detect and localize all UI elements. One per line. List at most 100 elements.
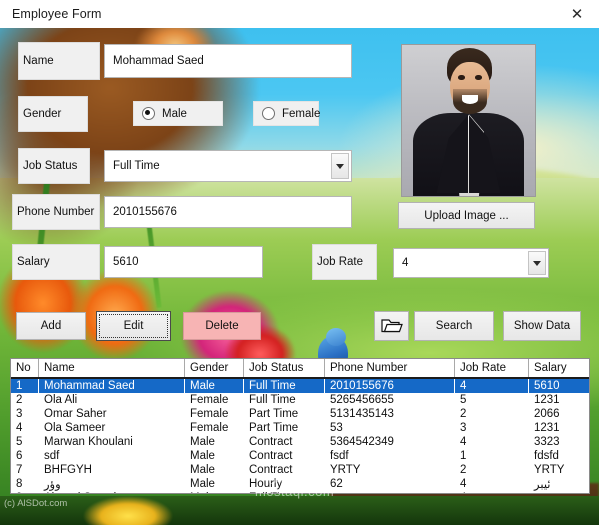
cell-job-status: Part Time — [249, 422, 299, 434]
cell-job-status: Contract — [249, 436, 293, 448]
job-status-label: Job Status — [18, 148, 90, 184]
name-input[interactable]: Mohammad Saed — [104, 44, 352, 78]
gender-radio-male[interactable]: Male — [133, 101, 223, 126]
cell-phone: fsdf — [330, 450, 349, 462]
cell-job-status: Full Time — [243, 378, 325, 393]
cell-name: Mohammad Saed — [38, 378, 185, 393]
gender-radio-female[interactable]: Female — [253, 101, 321, 126]
table-row[interactable]: 5 Marwan Khoulani Male Contract 5364542349 4 3… — [11, 435, 589, 449]
cell-salary: YRTY — [534, 464, 565, 476]
table-row[interactable]: 1 Mohammad Saed Male Full Time 2010155676 4 56… — [11, 378, 589, 393]
data-grid-table: No Name Gender Job Status Phone Number J… — [11, 359, 590, 493]
table-row[interactable]: 2 Ola Ali Female Full Time 5265456655 5 1231 — [11, 393, 589, 407]
edit-button[interactable]: Edit — [96, 311, 171, 341]
cell-gender: Female — [190, 408, 229, 420]
cell-no: 9 — [11, 491, 39, 493]
title-bar: Employee Form ✕ — [0, 0, 599, 29]
cell-job-rate: 4 — [460, 436, 467, 448]
radio-female-icon — [262, 107, 275, 120]
cell-phone: ٥٥٥٦٦٥٥٥٥ةنتة — [325, 491, 455, 493]
employee-photo — [401, 44, 536, 197]
column-header-job-status[interactable]: Job Status — [243, 359, 325, 379]
cell-job-rate: 2 — [460, 408, 467, 420]
gender-female-label: Female — [282, 107, 321, 120]
job-status-select[interactable]: Full Time — [104, 150, 352, 182]
bird-head — [326, 328, 346, 346]
table-row[interactable]: 6 sdf Male Contract fsdf 1 fdsfd — [11, 449, 589, 463]
cell-gender: Male — [190, 478, 215, 490]
phone-input[interactable]: 2010155676 — [104, 196, 352, 228]
photo-eye-right — [475, 75, 482, 80]
cell-phone: 5131435143 — [330, 408, 394, 420]
column-header-phone[interactable]: Phone Number — [324, 359, 455, 379]
cell-gender: Male — [190, 436, 215, 448]
search-button[interactable]: Search — [414, 311, 494, 341]
browse-folder-button[interactable] — [374, 311, 409, 341]
gender-male-label: Male — [162, 107, 187, 120]
table-row[interactable]: 3 Omar Saher Female Part Time 5131435143 2 206… — [11, 407, 589, 421]
cell-job-rate: 4 — [460, 478, 467, 490]
cell-job-rate: 4 — [454, 378, 529, 393]
table-row[interactable]: 4 Ola Sameer Female Part Time 53 3 1231 — [11, 421, 589, 435]
cell-job-status: Hourly — [249, 478, 283, 490]
chevron-down-icon[interactable] — [528, 251, 546, 275]
cell-salary: 2066 — [534, 408, 560, 420]
column-header-salary[interactable]: Salary — [528, 359, 589, 379]
cell-job-rate: 4 — [455, 491, 529, 493]
cell-name: وؤر — [44, 479, 61, 491]
delete-button[interactable]: Delete — [183, 312, 261, 340]
column-header-gender[interactable]: Gender — [184, 359, 244, 379]
cell-no: 7 — [16, 464, 23, 476]
data-grid-header-row: No Name Gender Job Status Phone Number J… — [11, 359, 589, 379]
column-header-job-rate[interactable]: Job Rate — [454, 359, 529, 379]
table-row[interactable]: 9Ahmad SamehMaleFull Time٥٥٥٦٦٥٥٥٥ةنتة4١… — [11, 491, 590, 493]
name-label: Name — [18, 42, 100, 80]
phone-label: Phone Number — [12, 194, 100, 230]
cell-salary: 1231 — [534, 394, 560, 406]
cell-phone: 5364542349 — [330, 436, 394, 448]
cell-name: Ola Sameer — [44, 422, 106, 434]
salary-input[interactable]: 5610 — [104, 246, 263, 278]
cell-salary: ئيبر — [534, 479, 551, 491]
cell-phone: 53 — [330, 422, 343, 434]
cell-salary: 1231 — [534, 422, 560, 434]
table-row[interactable]: 7 BHFGYH Male Contract YRTY 2 YRTY — [11, 463, 589, 477]
column-header-no[interactable]: No — [11, 359, 39, 379]
focus-outline — [99, 314, 168, 338]
column-header-name[interactable]: Name — [38, 359, 185, 379]
cell-job-status: Full Time — [249, 394, 296, 406]
cell-no: 5 — [16, 436, 23, 448]
upload-image-button[interactable]: Upload Image ... — [398, 202, 535, 229]
cell-job-rate: 2 — [460, 464, 467, 476]
employee-data-grid[interactable]: No Name Gender Job Status Phone Number J… — [10, 358, 590, 494]
cell-no: 8 — [16, 478, 23, 490]
table-row[interactable]: 8 وؤر Male Hourly 62 4 ئيبر — [11, 477, 589, 491]
cell-gender: Male — [190, 464, 215, 476]
cell-name: Ola Ali — [44, 394, 78, 406]
chevron-down-icon[interactable] — [331, 153, 349, 179]
folder-icon — [380, 318, 403, 332]
cell-salary: ١٢٦٤٧ا — [529, 491, 590, 493]
job-rate-label: Job Rate — [312, 244, 377, 280]
cell-gender: Female — [190, 394, 229, 406]
caret-glyph — [336, 163, 344, 169]
cell-no: 6 — [16, 450, 23, 462]
cell-name: sdf — [44, 450, 60, 462]
cell-job-status: Contract — [249, 464, 293, 476]
cell-phone: 2010155676 — [324, 378, 455, 393]
cell-salary: 3323 — [534, 436, 560, 448]
salary-label: Salary — [12, 244, 100, 280]
cell-job-status: Part Time — [249, 408, 299, 420]
cell-gender: Male — [184, 378, 244, 393]
cell-salary: fdsfd — [534, 450, 559, 462]
job-rate-select[interactable]: 4 — [393, 248, 549, 278]
gender-label: Gender — [18, 96, 88, 132]
show-data-button[interactable]: Show Data — [503, 311, 581, 341]
cell-job-status: Full Time — [244, 491, 325, 493]
photo-smile — [461, 94, 478, 104]
job-status-value: Full Time — [113, 160, 160, 172]
add-button[interactable]: Add — [16, 312, 86, 340]
caret-glyph — [533, 260, 541, 266]
close-icon[interactable]: ✕ — [555, 0, 599, 27]
cell-job-rate: 3 — [460, 422, 467, 434]
